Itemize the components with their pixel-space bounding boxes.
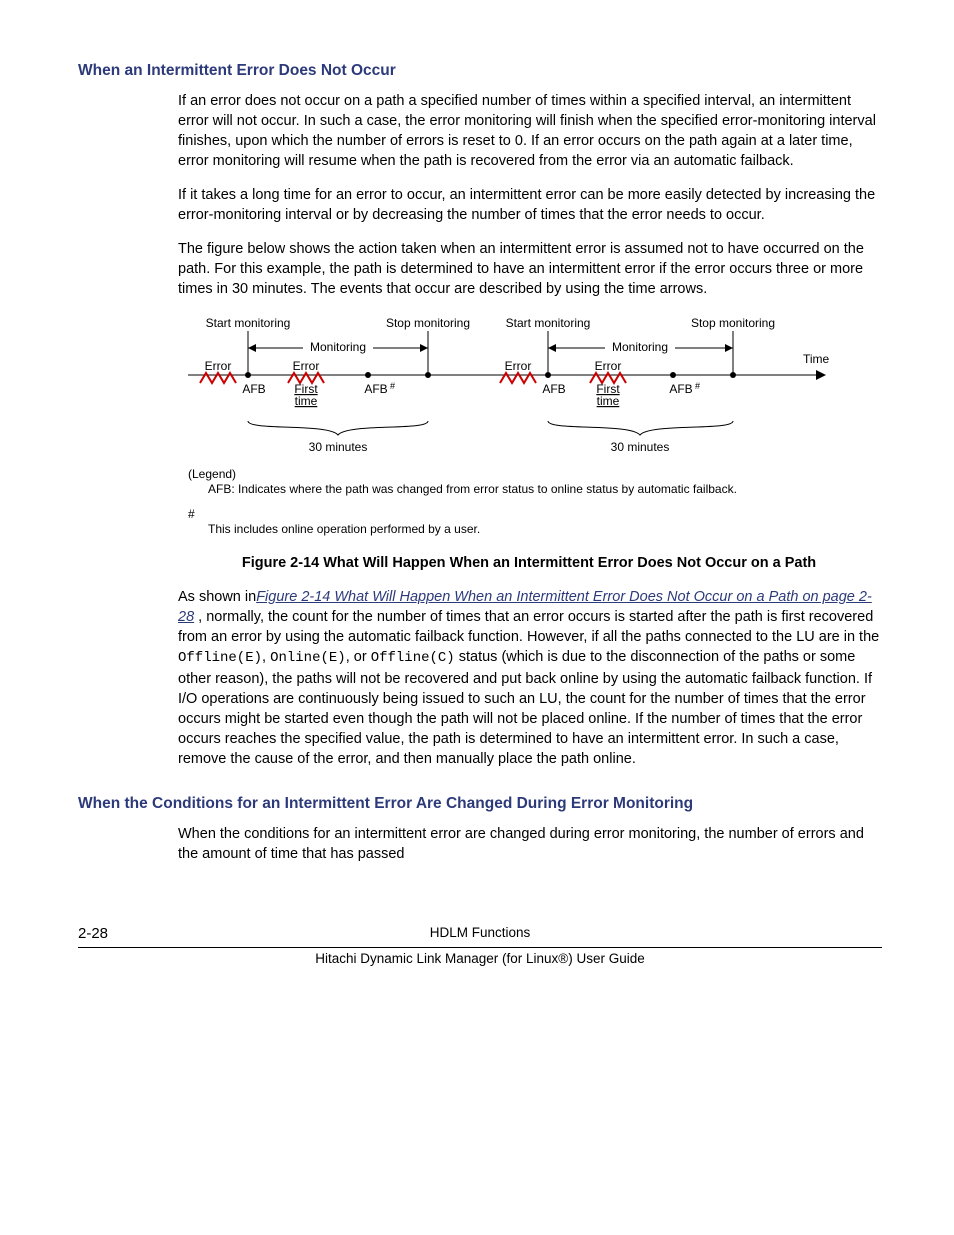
code: Online(E) xyxy=(270,650,346,666)
para-after-figure: As shown inFigure 2-14 What Will Happen … xyxy=(178,587,880,768)
fig-legend-hash-text: This includes online operation performed… xyxy=(208,522,480,536)
fig-label: Start monitoring xyxy=(506,316,591,330)
fig-label: 30 minutes xyxy=(611,440,670,454)
fig-label: Monitoring xyxy=(612,340,668,354)
para: If an error does not occur on a path a s… xyxy=(178,91,880,171)
figure-2-14: Start monitoring Stop monitoring Start m… xyxy=(178,313,880,543)
para: If it takes a long time for an error to … xyxy=(178,185,880,225)
fig-label: Error xyxy=(505,359,532,373)
code: Offline(C) xyxy=(371,650,455,666)
svg-text:#: # xyxy=(695,381,700,391)
fig-label: Error xyxy=(595,359,622,373)
fig-label: Time xyxy=(803,352,830,366)
text: status (which is due to the disconnectio… xyxy=(178,649,872,766)
fig-label: 30 minutes xyxy=(309,440,368,454)
fig-label: AFB xyxy=(242,382,265,396)
section-1-body: If an error does not occur on a path a s… xyxy=(178,91,880,768)
code: Offline(E) xyxy=(178,650,262,666)
fig-label: AFB xyxy=(669,382,692,396)
fig-legend-title: (Legend) xyxy=(188,467,236,481)
section-heading-2: When the Conditions for an Intermittent … xyxy=(78,793,882,814)
fig-legend-afb: AFB: Indicates where the path was change… xyxy=(208,482,737,496)
page-footer: 2-28 HDLM Functions Hitachi Dynamic Link… xyxy=(78,924,882,968)
text: , normally, the count for the number of … xyxy=(178,609,879,645)
fig-label: Monitoring xyxy=(310,340,366,354)
fig-label: Stop monitoring xyxy=(691,316,775,330)
text: , xyxy=(262,649,270,665)
fig-label: Firsttime xyxy=(294,382,318,408)
svg-text:#: # xyxy=(390,381,395,391)
section-heading-1: When an Intermittent Error Does Not Occu… xyxy=(78,60,882,81)
fig-label: Stop monitoring xyxy=(386,316,470,330)
para: When the conditions for an intermittent … xyxy=(178,824,880,864)
fig-label: Start monitoring xyxy=(206,316,291,330)
para: The figure below shows the action taken … xyxy=(178,239,880,299)
fig-label: Error xyxy=(293,359,320,373)
footer-title: HDLM Functions xyxy=(430,925,531,940)
error-burst-icon xyxy=(200,373,236,383)
fig-label: Firsttime xyxy=(596,382,620,408)
fig-label: AFB xyxy=(364,382,387,396)
section-2-body: When the conditions for an intermittent … xyxy=(178,824,880,864)
fig-label: Error xyxy=(205,359,232,373)
footer-subtitle: Hitachi Dynamic Link Manager (for Linux®… xyxy=(315,951,645,966)
text: As shown in xyxy=(178,589,256,605)
fig-label: AFB xyxy=(542,382,565,396)
figure-caption: Figure 2-14 What Will Happen When an Int… xyxy=(188,553,870,573)
fig-legend-hash: # xyxy=(188,507,195,521)
error-burst-icon xyxy=(500,373,536,383)
page-number: 2-28 xyxy=(78,924,108,945)
text: , or xyxy=(346,649,371,665)
